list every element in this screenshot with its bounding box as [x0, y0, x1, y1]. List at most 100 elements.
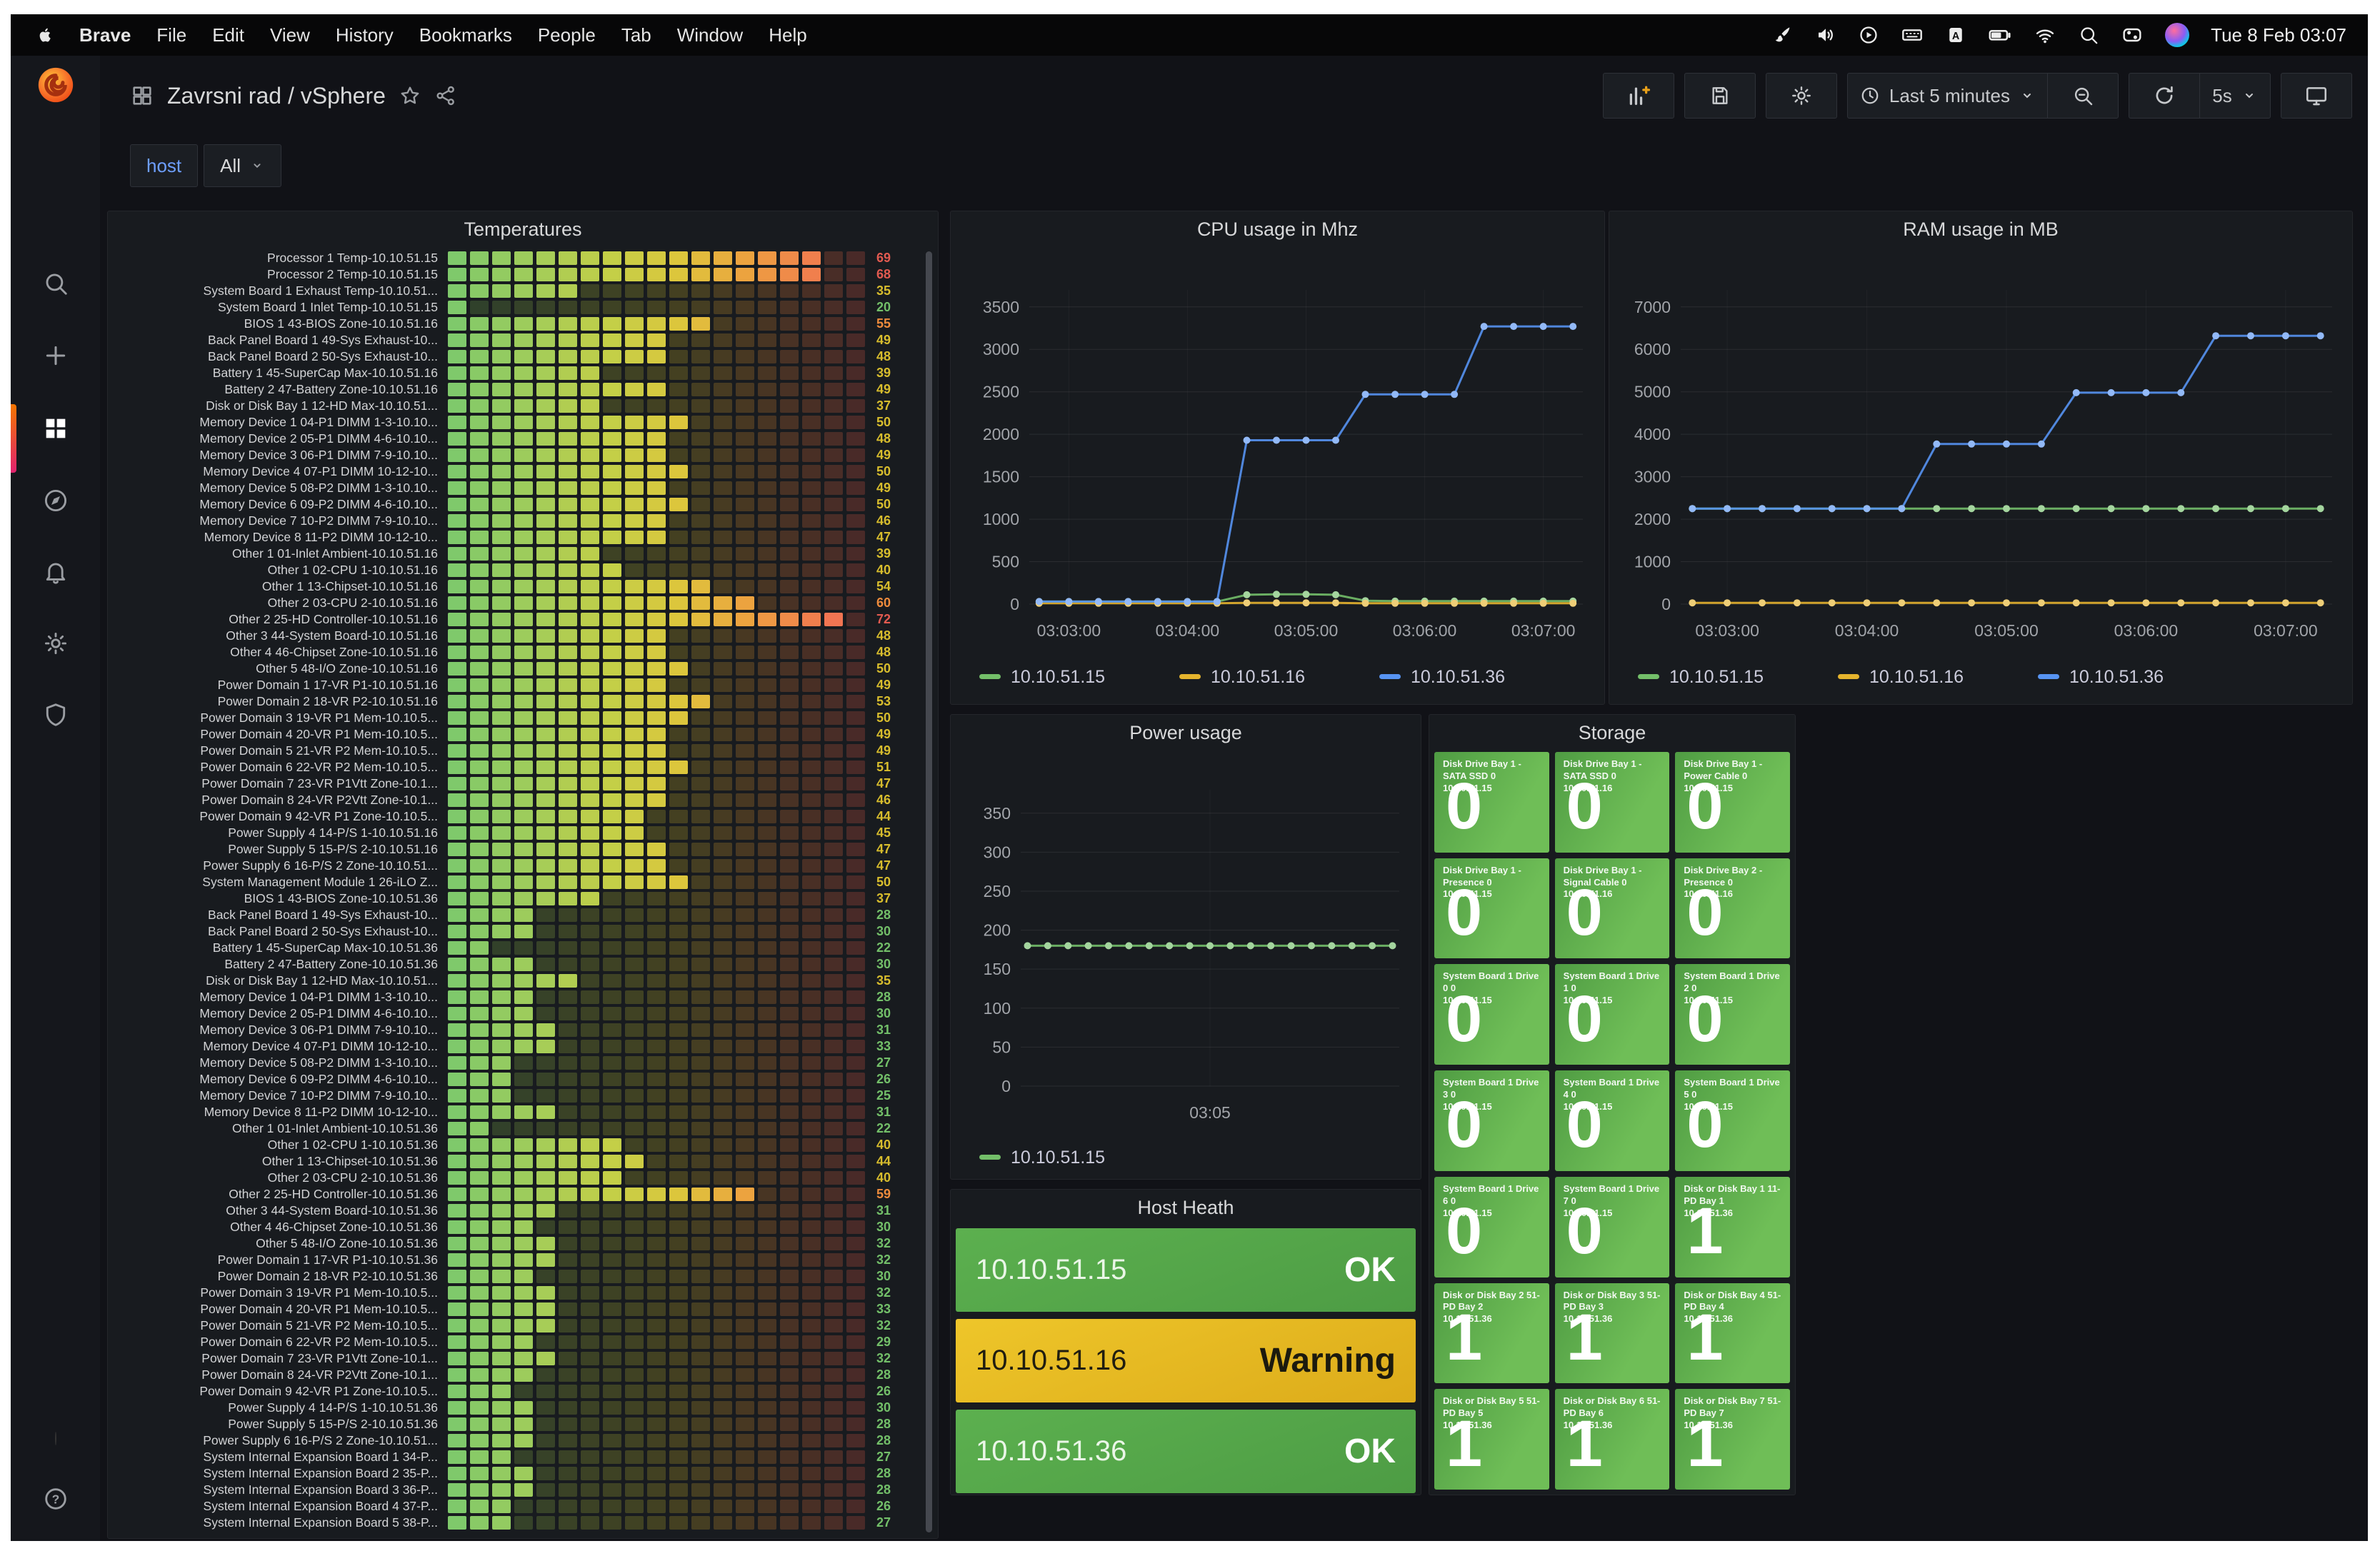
gauge-cell [647, 974, 666, 988]
refresh-interval-picker[interactable]: 5s [2199, 73, 2271, 119]
dashboard-settings-button[interactable] [1766, 73, 1837, 119]
menu-item-view[interactable]: View [270, 24, 310, 46]
temperature-row-gauge [448, 350, 865, 363]
apps-grid-icon[interactable] [130, 84, 154, 108]
gauge-cell [802, 908, 821, 922]
variable-host[interactable]: host [130, 144, 198, 187]
panel-cpu-title[interactable]: CPU usage in Mhz [951, 211, 1604, 247]
gauge-cell [492, 1467, 511, 1480]
menu-item-tab[interactable]: Tab [621, 24, 651, 46]
siri-icon[interactable] [2165, 23, 2189, 47]
panel-ram-title[interactable]: RAM usage in MB [1609, 211, 2352, 247]
menu-item-window[interactable]: Window [677, 24, 743, 46]
play-circle-icon[interactable] [1858, 24, 1879, 46]
sidebar-item-create[interactable] [11, 341, 100, 370]
spotlight-search-icon[interactable] [2078, 24, 2099, 46]
gauge-cell [736, 350, 754, 363]
save-dashboard-button[interactable] [1684, 73, 1756, 119]
gauge-cell [758, 646, 776, 659]
gauge-cell [559, 678, 577, 692]
storage-stat-tile: System Board 1 Drive 1 010.10.51.15 0 [1555, 964, 1670, 1065]
sidebar-item-server-admin[interactable] [11, 701, 100, 728]
ram-usage-plot[interactable]: 0100020003000400050006000700003:03:0003:… [1609, 247, 2351, 703]
gauge-cell [581, 1368, 599, 1382]
gauge-cell [470, 826, 489, 840]
input-source-icon[interactable]: A [1945, 24, 1966, 46]
share-icon[interactable] [434, 84, 457, 107]
temperatures-scrollbar[interactable] [926, 251, 932, 1532]
gauge-cell [625, 1516, 644, 1530]
gauge-cell [669, 1253, 688, 1267]
dashboard-title[interactable]: Zavrsni rad / vSphere [167, 83, 386, 109]
gauge-cell [647, 892, 666, 905]
menu-item-history[interactable]: History [336, 24, 394, 46]
star-icon[interactable] [399, 84, 421, 107]
keyboard-icon[interactable] [1901, 24, 1924, 46]
sidebar-item-explore[interactable] [11, 487, 100, 514]
wifi-icon[interactable] [2034, 24, 2056, 46]
refresh-dashboard-button[interactable] [2129, 73, 2199, 119]
time-range-picker[interactable]: Last 5 minutes [1847, 73, 2047, 119]
host-health-status: OK [1344, 1250, 1396, 1290]
gauge-cell [536, 268, 555, 281]
gauge-cell [581, 498, 599, 511]
menu-item-help[interactable]: Help [769, 24, 806, 46]
apple-menu-icon[interactable] [35, 25, 55, 45]
gauge-cell [603, 317, 621, 331]
gauge-cell [780, 859, 799, 873]
sidebar-item-search[interactable] [11, 270, 100, 297]
panel-host-health-title[interactable]: Host Heath [951, 1190, 1421, 1225]
gauge-cell [714, 1450, 732, 1464]
panel-power-title[interactable]: Power usage [951, 715, 1421, 751]
gauge-cell [691, 366, 710, 380]
gauge-cell [736, 366, 754, 380]
variable-host-value-dropdown[interactable]: All [204, 144, 281, 187]
storage-stat-tile: System Board 1 Drive 3 010.10.51.15 0 [1434, 1070, 1549, 1171]
volume-icon[interactable] [1815, 24, 1836, 46]
menu-item-edit[interactable]: Edit [212, 24, 244, 46]
svg-text:6000: 6000 [1634, 340, 1671, 358]
grafana-logo[interactable] [35, 64, 76, 106]
temperature-row-label: Memory Device 5 08-P2 DIMM 1-3-10.10... [115, 481, 448, 496]
menubar-clock[interactable]: Tue 8 Feb 03:07 [2211, 24, 2346, 46]
cpu-usage-plot[interactable]: 050010001500200025003000350003:03:0003:0… [951, 247, 1603, 703]
kiosk-tv-button[interactable] [2281, 73, 2352, 119]
gauge-cell [758, 563, 776, 577]
gauge-cell [669, 958, 688, 971]
cpu-usage-chart[interactable]: 050010001500200025003000350003:03:0003:0… [951, 247, 1604, 704]
gauge-cell [647, 711, 666, 725]
power-usage-chart[interactable]: 05010015020025030035003:0510.10.51.15 [951, 751, 1421, 1179]
menu-item-bookmarks[interactable]: Bookmarks [419, 24, 512, 46]
gauge-cell [802, 416, 821, 429]
gauge-cell [559, 1500, 577, 1513]
gauge-cell [736, 761, 754, 774]
sidebar-item-dashboards[interactable] [11, 414, 100, 443]
sidebar-item-configuration[interactable] [11, 630, 100, 657]
ram-usage-chart[interactable]: 0100020003000400050006000700003:03:0003:… [1609, 247, 2352, 704]
panel-storage-title[interactable]: Storage [1429, 715, 1795, 751]
temperature-row-label: Power Domain 4 20-VR P1 Mem-10.10.5... [115, 727, 448, 742]
gauge-cell [780, 1467, 799, 1480]
zoom-out-time-button[interactable] [2047, 73, 2119, 119]
panel-temperatures-title[interactable]: Temperatures [108, 211, 938, 247]
gauge-cell [559, 1335, 577, 1349]
sidebar-item-help[interactable]: ? [42, 1485, 69, 1512]
gauge-cell [448, 416, 466, 429]
menu-item-file[interactable]: File [156, 24, 186, 46]
sidebar-item-profile[interactable] [55, 1432, 56, 1445]
gauge-cell [581, 678, 599, 692]
control-center-icon[interactable] [2121, 24, 2144, 46]
power-usage-plot[interactable]: 05010015020025030035003:0510.10.51.15 [951, 751, 1419, 1178]
menu-item-brave[interactable]: Brave [79, 24, 131, 46]
gauge-cell [714, 1007, 732, 1020]
gauge-cell [824, 1335, 843, 1349]
gauge-cell [824, 1138, 843, 1152]
sidebar-item-alerting[interactable] [11, 558, 100, 586]
paintbrush-icon[interactable] [1772, 24, 1794, 46]
gauge-cell [492, 1434, 511, 1447]
menu-item-people[interactable]: People [538, 24, 596, 46]
battery-icon[interactable] [1988, 23, 2012, 47]
gauge-cell [714, 843, 732, 856]
add-panel-button[interactable] [1603, 73, 1674, 119]
gauge-cell [846, 761, 865, 774]
